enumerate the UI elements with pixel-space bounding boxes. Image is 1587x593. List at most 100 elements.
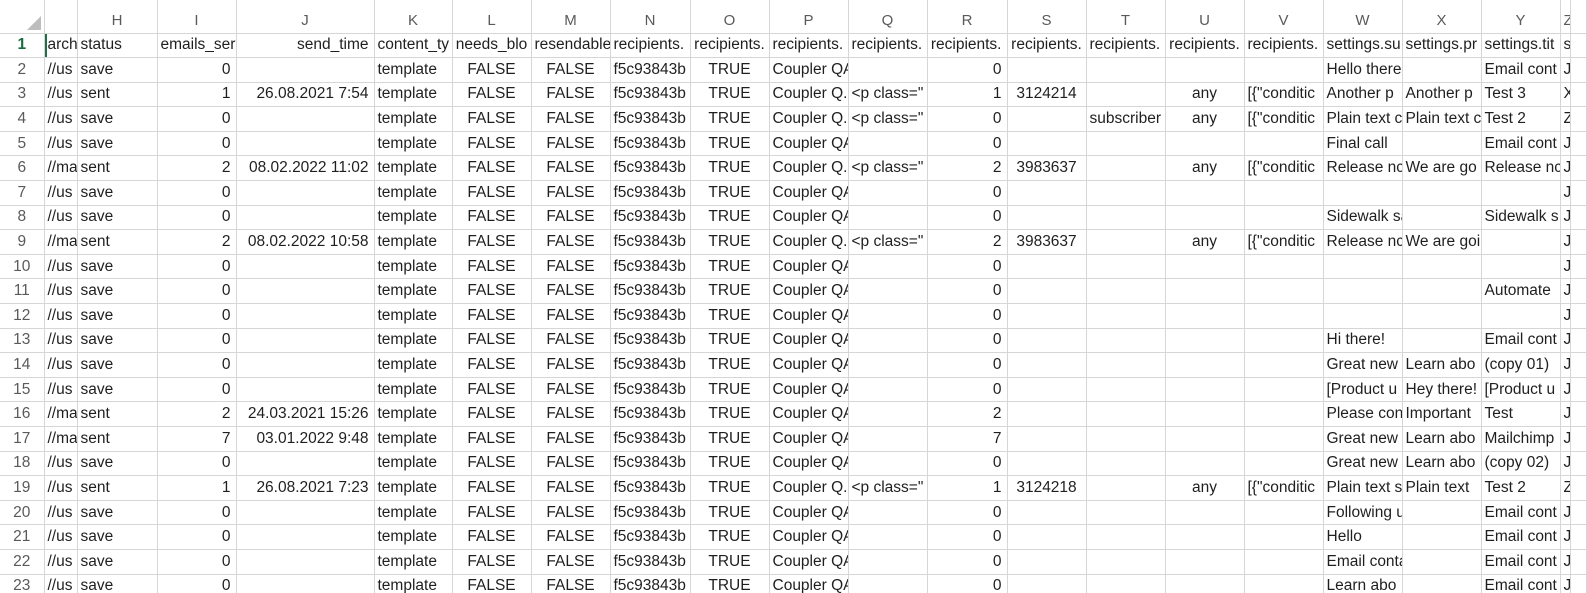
column-header-J[interactable]: J bbox=[235, 0, 375, 34]
cell[interactable] bbox=[1569, 475, 1587, 501]
cell[interactable]: (copy 02) bbox=[1480, 450, 1561, 477]
cell[interactable]: content_ty bbox=[373, 32, 453, 59]
cell[interactable]: 0 bbox=[156, 327, 237, 354]
cell[interactable] bbox=[1085, 81, 1166, 108]
cell[interactable]: FALSE bbox=[451, 303, 532, 329]
cell[interactable]: [{"conditic bbox=[1243, 81, 1324, 108]
cell[interactable]: FALSE bbox=[451, 352, 532, 378]
cell[interactable]: FALSE bbox=[451, 229, 532, 255]
cell[interactable]: Great new bbox=[1322, 352, 1403, 378]
cell[interactable] bbox=[1085, 130, 1166, 157]
column-header-H[interactable]: H bbox=[76, 0, 158, 34]
cell[interactable]: //us bbox=[43, 81, 78, 108]
cell[interactable]: <p class=" bbox=[847, 155, 928, 182]
cell[interactable]: Plain text c bbox=[1401, 106, 1482, 132]
cell[interactable]: Sidewalk s bbox=[1480, 204, 1561, 231]
cell[interactable]: settings.pr bbox=[1401, 32, 1482, 59]
row-header[interactable]: 16 bbox=[0, 401, 45, 427]
cell[interactable] bbox=[1480, 229, 1561, 255]
cell[interactable] bbox=[847, 524, 928, 550]
cell[interactable]: 7 bbox=[156, 426, 237, 452]
cell[interactable] bbox=[1085, 352, 1166, 378]
cell[interactable]: 0 bbox=[926, 204, 1008, 231]
cell[interactable]: f5c93843b bbox=[609, 57, 691, 83]
cell[interactable] bbox=[1006, 376, 1087, 403]
cell[interactable] bbox=[235, 204, 375, 231]
cell[interactable]: save bbox=[76, 450, 158, 477]
cell[interactable]: template bbox=[373, 499, 453, 526]
column-header-S[interactable]: S bbox=[1006, 0, 1087, 34]
cell[interactable]: settings.tit bbox=[1480, 32, 1561, 59]
cell[interactable] bbox=[1480, 303, 1561, 329]
cell[interactable]: FALSE bbox=[530, 81, 611, 108]
cell[interactable] bbox=[235, 57, 375, 83]
cell[interactable]: FALSE bbox=[530, 475, 611, 501]
row-header[interactable]: 23 bbox=[0, 573, 45, 593]
cell[interactable]: TRUE bbox=[689, 376, 770, 403]
cell[interactable]: template bbox=[373, 327, 453, 354]
cell[interactable]: Email cont bbox=[1480, 130, 1561, 157]
cell[interactable]: FALSE bbox=[451, 106, 532, 132]
cell[interactable]: Sidewalk sale - join us bbox=[1322, 204, 1403, 231]
cell[interactable]: Test 3 bbox=[1480, 81, 1561, 108]
cell[interactable]: FALSE bbox=[530, 499, 611, 526]
cell[interactable] bbox=[235, 450, 375, 477]
cell[interactable] bbox=[847, 426, 928, 452]
cell[interactable] bbox=[1085, 253, 1166, 280]
cell[interactable]: template bbox=[373, 204, 453, 231]
cell[interactable] bbox=[235, 253, 375, 280]
cell[interactable]: FALSE bbox=[530, 253, 611, 280]
cell[interactable]: Test bbox=[1480, 401, 1561, 427]
cell[interactable]: any bbox=[1164, 155, 1245, 182]
cell[interactable]: 0 bbox=[926, 278, 1008, 305]
cell[interactable] bbox=[1243, 327, 1324, 354]
cell[interactable]: Release nc bbox=[1322, 229, 1403, 255]
cell[interactable]: recipients. bbox=[689, 32, 770, 59]
cell[interactable]: FALSE bbox=[451, 548, 532, 575]
cell[interactable]: FALSE bbox=[530, 352, 611, 378]
cell[interactable]: template bbox=[373, 229, 453, 255]
cell[interactable] bbox=[1243, 130, 1324, 157]
cell[interactable] bbox=[235, 327, 375, 354]
cell[interactable]: J bbox=[1559, 155, 1571, 182]
row-header[interactable]: 7 bbox=[0, 180, 45, 206]
column-header-T[interactable]: T bbox=[1085, 0, 1166, 34]
cell[interactable]: Coupler QA bbox=[768, 278, 849, 305]
cell[interactable] bbox=[235, 106, 375, 132]
cell[interactable] bbox=[847, 253, 928, 280]
cell[interactable] bbox=[1085, 401, 1166, 427]
cell[interactable]: FALSE bbox=[451, 426, 532, 452]
cell[interactable]: FALSE bbox=[451, 450, 532, 477]
cell[interactable]: Final call bbox=[1322, 130, 1403, 157]
cell[interactable]: Email contacts bbox=[1322, 548, 1403, 575]
cell[interactable] bbox=[235, 278, 375, 305]
cell[interactable]: f5c93843b bbox=[609, 401, 691, 427]
cell[interactable] bbox=[1006, 180, 1087, 206]
cell[interactable]: [{"conditic bbox=[1243, 229, 1324, 255]
cell[interactable] bbox=[847, 180, 928, 206]
cell[interactable] bbox=[235, 303, 375, 329]
cell[interactable]: 0 bbox=[156, 130, 237, 157]
cell[interactable]: J bbox=[1559, 204, 1571, 231]
cell[interactable]: J bbox=[1559, 180, 1571, 206]
cell[interactable]: 2 bbox=[156, 155, 237, 182]
cell[interactable]: 0 bbox=[926, 303, 1008, 329]
cell[interactable] bbox=[1164, 548, 1245, 575]
cell[interactable]: save bbox=[76, 327, 158, 354]
cell[interactable]: Coupler QA bbox=[768, 548, 849, 575]
cell[interactable]: 0 bbox=[926, 450, 1008, 477]
cell[interactable] bbox=[1243, 548, 1324, 575]
cell[interactable]: f5c93843b bbox=[609, 81, 691, 108]
cell[interactable]: recipients. bbox=[847, 32, 928, 59]
cell[interactable] bbox=[1569, 278, 1587, 305]
cell[interactable]: save bbox=[76, 204, 158, 231]
cell[interactable]: FALSE bbox=[451, 180, 532, 206]
cell[interactable]: J bbox=[1559, 499, 1571, 526]
cell[interactable]: FALSE bbox=[530, 229, 611, 255]
cell[interactable]: Coupler QA bbox=[768, 327, 849, 354]
cell[interactable] bbox=[1569, 573, 1587, 593]
column-header-partial[interactable] bbox=[43, 0, 78, 34]
cell[interactable]: sent bbox=[76, 475, 158, 501]
cell[interactable] bbox=[1322, 253, 1403, 280]
cell[interactable]: 0 bbox=[926, 524, 1008, 550]
